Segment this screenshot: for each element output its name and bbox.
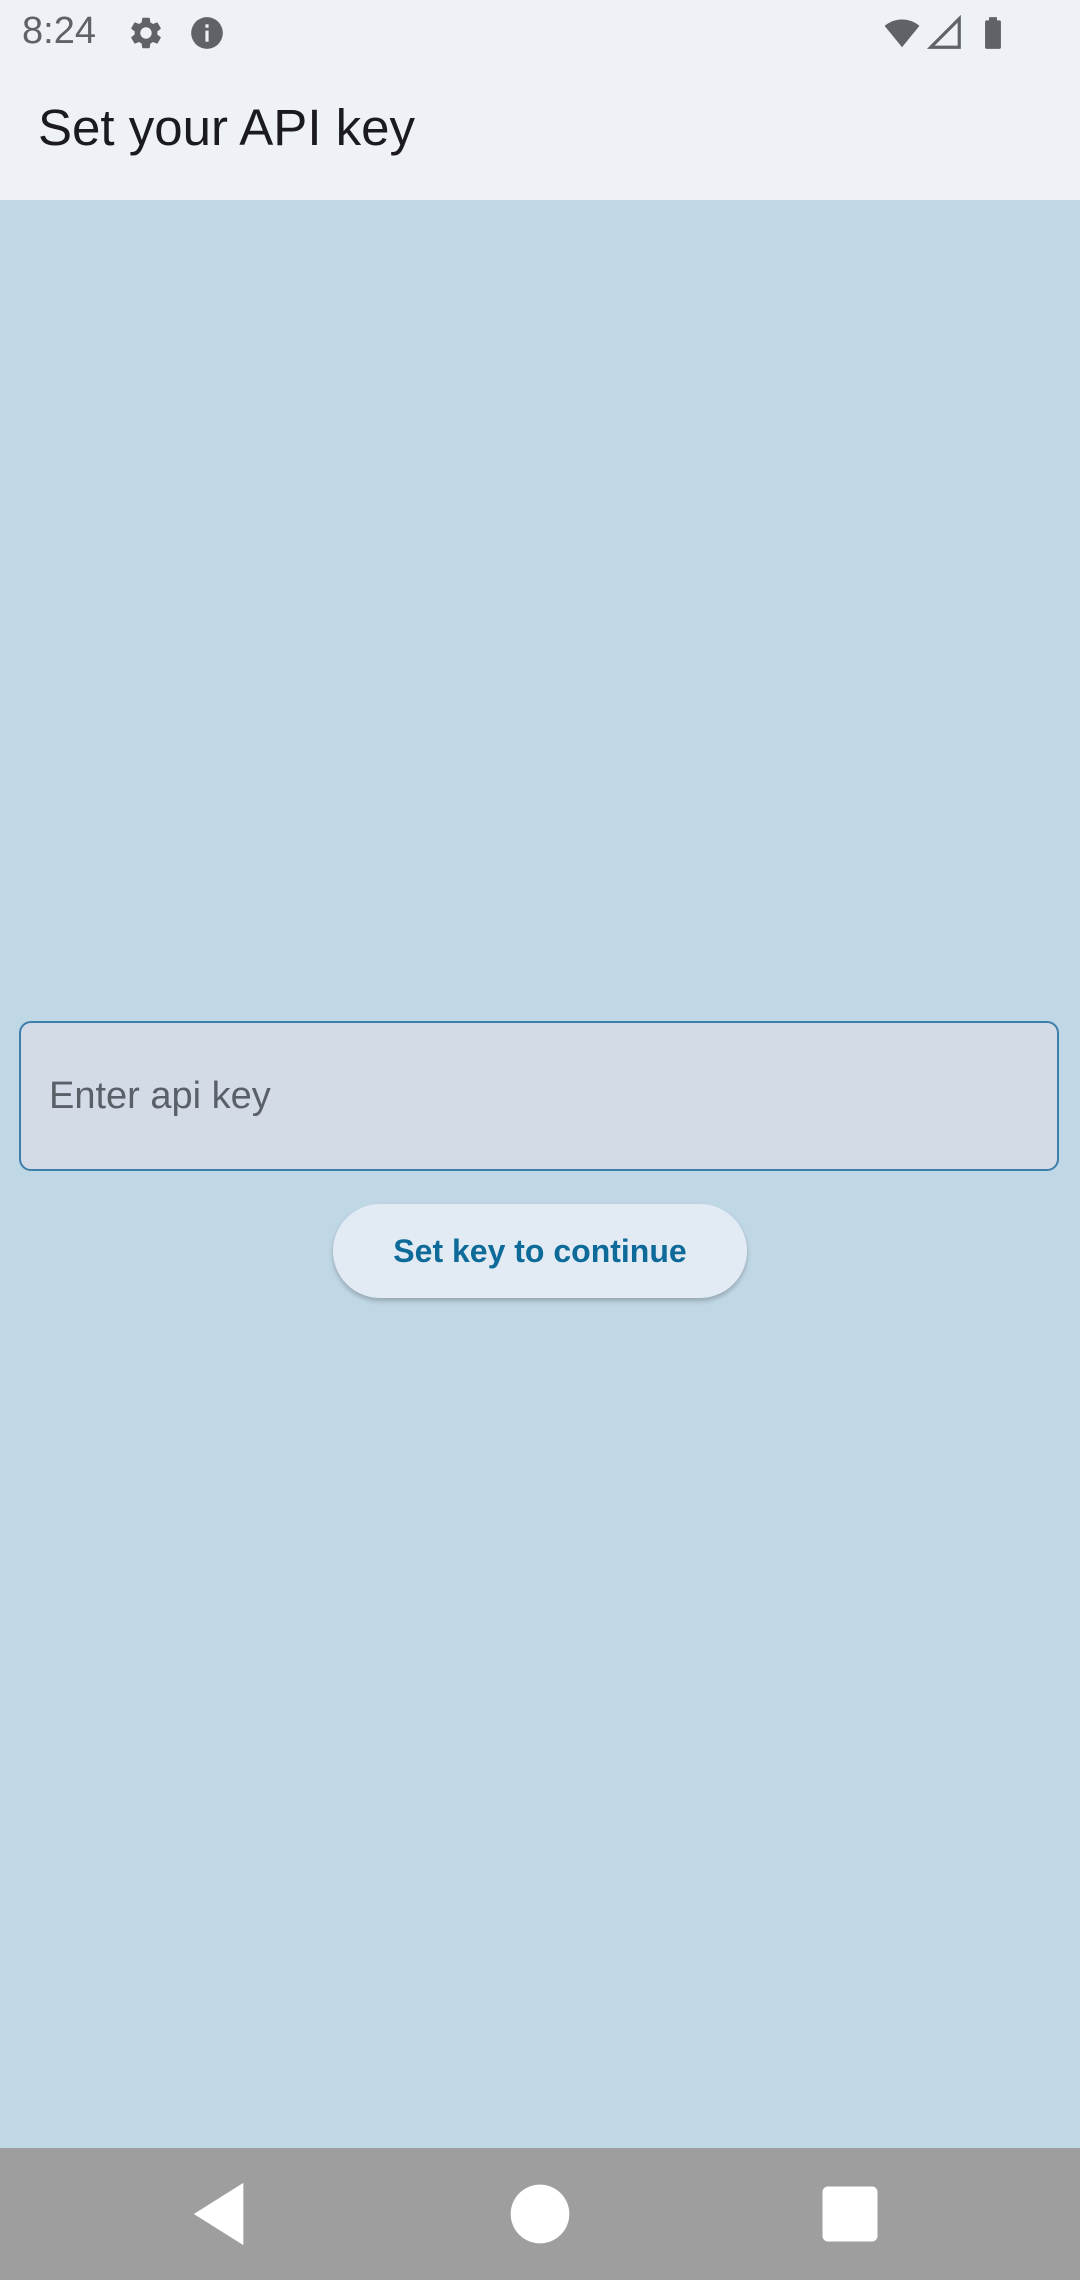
battery-icon bbox=[985, 17, 1001, 49]
home-icon[interactable] bbox=[496, 2170, 584, 2258]
gear-icon bbox=[131, 17, 161, 49]
set-key-button[interactable]: Set key to continue bbox=[333, 1204, 747, 1298]
page-title: Set your API key bbox=[38, 99, 416, 156]
recents-icon[interactable] bbox=[806, 2170, 894, 2258]
status-bar: 8:24 bbox=[0, 0, 1080, 66]
app-bar: Set your API key bbox=[0, 66, 1080, 200]
navigation-bar bbox=[0, 2148, 1080, 2280]
api-key-input[interactable] bbox=[19, 1021, 1059, 1171]
signal-icon bbox=[926, 14, 961, 49]
status-time: 8:24 bbox=[22, 10, 96, 52]
back-icon[interactable] bbox=[181, 2170, 269, 2258]
info-icon bbox=[191, 17, 223, 49]
screen: 8:24 Set your API key Set key to continu… bbox=[0, 0, 1080, 2280]
wifi-icon bbox=[884, 19, 920, 48]
